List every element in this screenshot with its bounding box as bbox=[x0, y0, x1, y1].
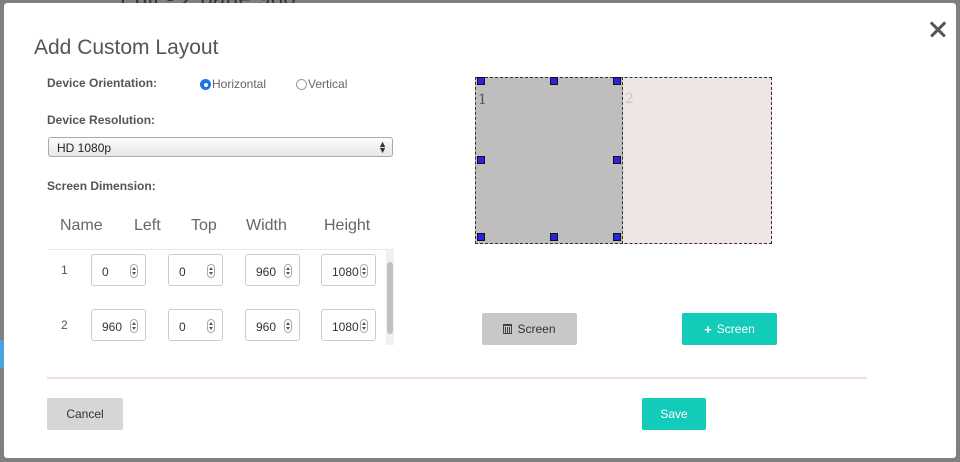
add-screen-button[interactable]: + Screen bbox=[682, 313, 777, 345]
radio-horizontal-label: Horizontal bbox=[212, 77, 267, 91]
height-input[interactable]: 1080 bbox=[321, 309, 376, 341]
modal-title: Add Custom Layout bbox=[34, 36, 219, 59]
top-input[interactable]: 0 bbox=[168, 309, 223, 341]
resize-handle-left[interactable] bbox=[477, 156, 485, 164]
radio-unchecked-icon[interactable] bbox=[296, 78, 308, 90]
select-arrows-icon: ▲ ▼ bbox=[378, 139, 387, 155]
cancel-button[interactable]: Cancel bbox=[47, 398, 123, 430]
preview-screen-2-label: 2 bbox=[625, 91, 634, 107]
row-name: 2 bbox=[61, 318, 68, 332]
table-row: 1 0 0 960 1080 bbox=[48, 250, 384, 286]
col-top: Top bbox=[191, 217, 217, 234]
spinner-icon[interactable] bbox=[284, 319, 292, 333]
spinner-icon[interactable] bbox=[360, 319, 368, 333]
plus-icon: + bbox=[704, 321, 712, 337]
dimension-table-scroll[interactable]: 1 0 0 960 1080 2 960 0 960 1080 bbox=[48, 249, 394, 345]
preview-screen-2[interactable]: 2 bbox=[623, 77, 772, 244]
orientation-radio-group: Horizontal Vertical bbox=[200, 77, 347, 91]
col-left: Left bbox=[134, 217, 161, 234]
col-width: Width bbox=[246, 217, 287, 234]
resize-handle-top-right[interactable] bbox=[613, 77, 621, 85]
radio-vertical-label: Vertical bbox=[308, 77, 348, 91]
top-input[interactable]: 0 bbox=[168, 254, 223, 286]
left-input[interactable]: 0 bbox=[91, 254, 146, 286]
width-input[interactable]: 960 bbox=[245, 254, 300, 286]
resize-handle-bottom-right[interactable] bbox=[613, 233, 621, 241]
resolution-select-value: HD 1080p bbox=[57, 141, 112, 155]
preview-screen-1[interactable]: 1 bbox=[475, 77, 623, 244]
delete-screen-label: Screen bbox=[517, 322, 556, 336]
add-screen-label: Screen bbox=[716, 322, 755, 336]
radio-checked-icon[interactable] bbox=[200, 78, 211, 90]
spinner-icon[interactable] bbox=[284, 264, 292, 278]
spinner-icon[interactable] bbox=[207, 264, 215, 278]
spinner-icon[interactable] bbox=[130, 264, 138, 278]
resize-handle-right[interactable] bbox=[613, 156, 621, 164]
layout-preview-canvas[interactable]: 1 2 bbox=[475, 77, 772, 244]
footer-divider bbox=[47, 377, 867, 379]
add-custom-layout-modal: Add Custom Layout Device Orientation: Ho… bbox=[4, 3, 956, 458]
table-row: 2 960 0 960 1080 bbox=[48, 305, 384, 341]
save-button[interactable]: Save bbox=[642, 398, 706, 430]
close-icon[interactable] bbox=[926, 17, 950, 41]
delete-screen-button[interactable]: Screen bbox=[482, 313, 577, 345]
col-height: Height bbox=[324, 217, 371, 234]
resize-handle-bottom-left[interactable] bbox=[477, 233, 485, 241]
left-input[interactable]: 960 bbox=[91, 309, 146, 341]
radio-vertical[interactable]: Vertical bbox=[296, 77, 347, 91]
device-resolution-label: Device Resolution: bbox=[47, 113, 156, 127]
device-orientation-label: Device Orientation: bbox=[47, 76, 158, 90]
screen-dimension-label: Screen Dimension: bbox=[47, 179, 156, 193]
resize-handle-top-left[interactable] bbox=[477, 77, 485, 85]
resize-handle-top[interactable] bbox=[550, 77, 558, 85]
spinner-icon[interactable] bbox=[207, 319, 215, 333]
trash-icon bbox=[503, 324, 513, 334]
radio-horizontal[interactable]: Horizontal bbox=[200, 77, 266, 91]
row-name: 1 bbox=[61, 263, 68, 277]
table-scrollbar[interactable] bbox=[386, 250, 394, 345]
resolution-select[interactable]: HD 1080p ▲ ▼ bbox=[48, 137, 393, 157]
resize-handle-bottom[interactable] bbox=[550, 233, 558, 241]
dimension-table-header: Name Left Top Width Height bbox=[47, 217, 387, 237]
spinner-icon[interactable] bbox=[130, 319, 138, 333]
width-input[interactable]: 960 bbox=[245, 309, 300, 341]
spinner-icon[interactable] bbox=[360, 264, 368, 278]
table-scrollbar-thumb[interactable] bbox=[387, 262, 393, 334]
height-input[interactable]: 1080 bbox=[321, 254, 376, 286]
col-name: Name bbox=[60, 217, 103, 234]
preview-screen-1-label: 1 bbox=[478, 92, 487, 108]
